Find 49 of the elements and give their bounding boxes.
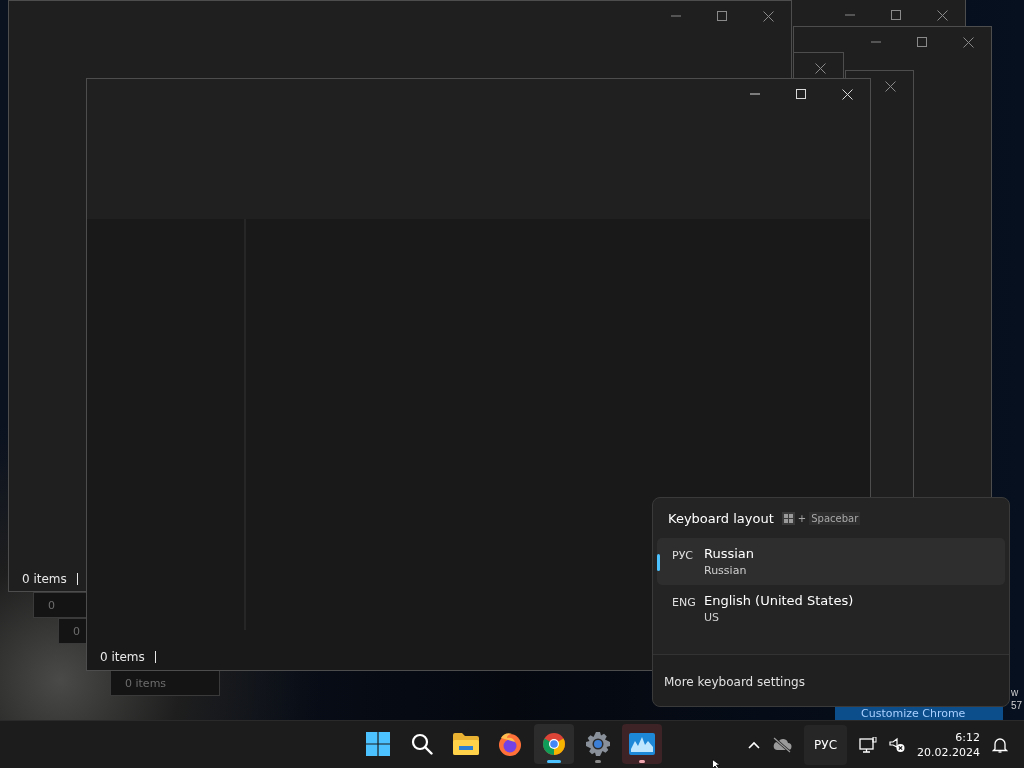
customize-chrome-button[interactable]: Customize Chrome [835, 707, 1003, 720]
monitor-taskbar-button[interactable] [622, 724, 662, 764]
layout-detail: Russian [704, 564, 748, 577]
key-text: Spacebar [809, 512, 861, 525]
close-icon [814, 62, 826, 74]
chrome-icon [542, 732, 566, 756]
layout-option[interactable]: ENG English (United States) US [657, 585, 1005, 632]
folder-icon [453, 733, 479, 755]
notification-bell-icon[interactable] [992, 736, 1008, 753]
plus-text: + [797, 513, 807, 524]
status-text: 0 [73, 624, 80, 638]
chevron-up-icon[interactable] [748, 740, 761, 749]
clock-time: 6:12 [955, 729, 980, 745]
close-icon [762, 10, 774, 22]
maximize-icon [891, 10, 901, 20]
volume-muted-icon[interactable] [889, 736, 905, 753]
chrome-taskbar-button[interactable] [534, 724, 574, 764]
layout-code: ENG [672, 595, 694, 611]
close-icon [841, 88, 853, 100]
status-text: 0 [48, 598, 55, 612]
desktop-text: 57 [1011, 699, 1023, 712]
search-icon [411, 733, 433, 755]
language-indicator[interactable]: РУС [804, 724, 847, 765]
layout-detail: US [704, 611, 721, 624]
mouse-cursor-icon [712, 759, 722, 768]
layout-option[interactable]: РУС Russian Russian [657, 538, 1005, 585]
flyout-title: Keyboard layout [668, 511, 774, 526]
desktop-text: w [1011, 686, 1019, 699]
windows-key-icon [781, 512, 795, 525]
close-icon [936, 9, 948, 21]
network-icon[interactable] [859, 736, 877, 753]
firefox-icon [498, 732, 522, 756]
layout-name: Russian [704, 546, 755, 561]
layout-name: English (United States) [704, 593, 854, 608]
windows-logo-icon [366, 732, 390, 756]
maximize-icon [796, 89, 806, 99]
status-text: 0 items [125, 676, 167, 690]
close-icon [962, 36, 974, 48]
chart-window-icon [629, 733, 655, 755]
keyboard-settings-link[interactable]: More keyboard settings [664, 675, 805, 689]
close-icon [884, 80, 896, 92]
clock-date: 20.02.2024 [917, 744, 980, 760]
status-text: 0 items [22, 572, 67, 586]
cloud-off-icon[interactable] [772, 736, 793, 753]
maximize-icon [717, 11, 727, 21]
layout-code: РУС [672, 548, 694, 564]
gear-icon [586, 732, 610, 756]
status-text: 0 items [100, 650, 145, 664]
maximize-icon [917, 37, 927, 47]
